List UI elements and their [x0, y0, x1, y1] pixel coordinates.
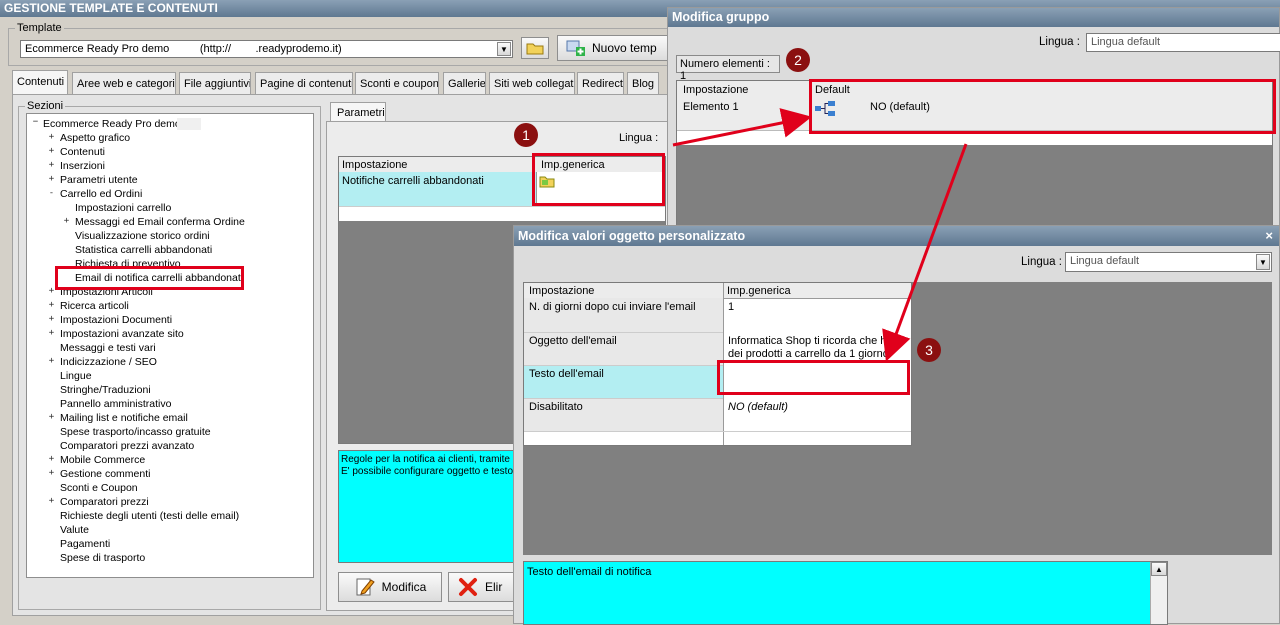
- annotation-arrows: [672, 108, 968, 362]
- callout-badge-1: 1: [514, 123, 538, 147]
- callout-badge-2: 2: [786, 48, 810, 72]
- arrow-1-to-2: [672, 108, 812, 147]
- callout-badge-3: 3: [917, 338, 941, 362]
- arrow-2-to-3: [882, 143, 968, 362]
